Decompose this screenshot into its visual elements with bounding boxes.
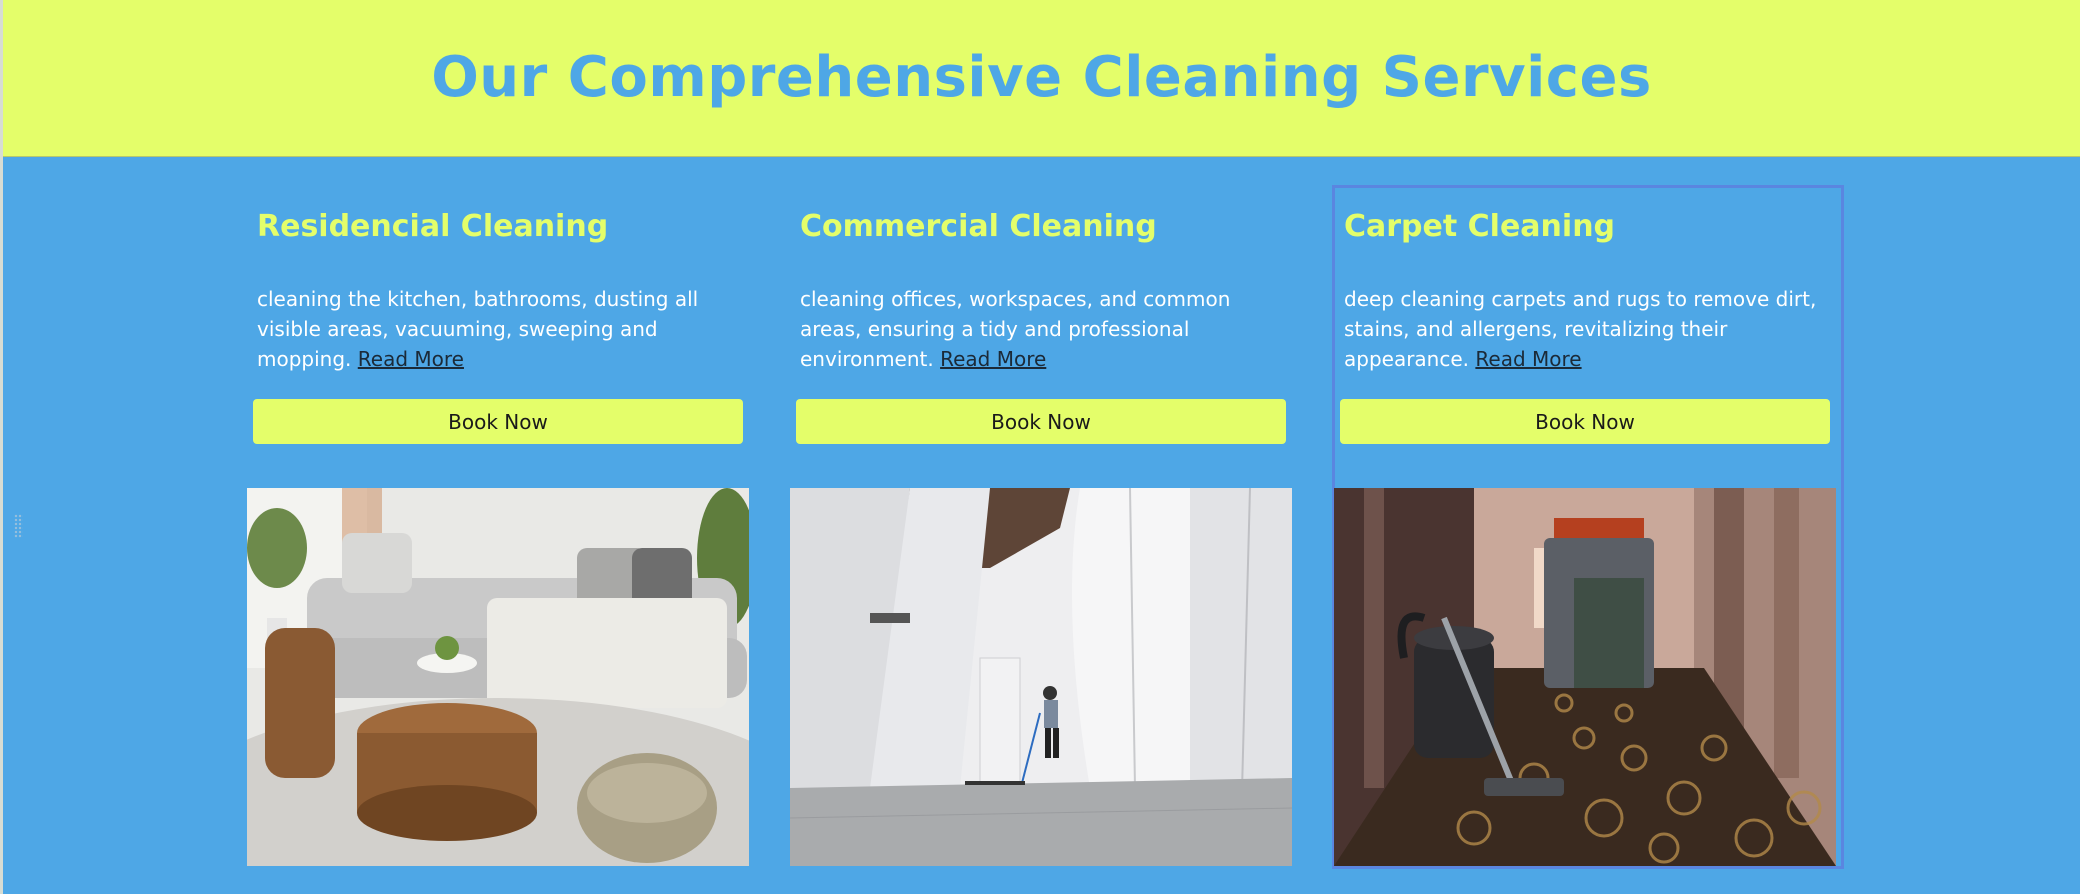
card-description: cleaning offices, workspaces, and common… xyxy=(800,284,1285,374)
book-now-button[interactable]: Book Now xyxy=(253,399,743,444)
description-text: cleaning the kitchen, bathrooms, dusting… xyxy=(257,287,699,371)
read-more-link[interactable]: Read More xyxy=(940,347,1046,371)
service-card-residential: Residencial Cleaning cleaning the kitche… xyxy=(247,187,755,867)
living-room-photo xyxy=(247,488,749,866)
card-title: Residencial Cleaning xyxy=(257,209,609,244)
office-hallway-cleaner-photo xyxy=(790,488,1292,866)
read-more-link[interactable]: Read More xyxy=(358,347,464,371)
card-description: deep cleaning carpets and rugs to remove… xyxy=(1344,284,1829,374)
read-more-link[interactable]: Read More xyxy=(1475,347,1581,371)
hotel-corridor-vacuum-photo xyxy=(1334,488,1836,866)
header-banner: Our Comprehensive Cleaning Services xyxy=(3,0,2080,157)
page-title: Our Comprehensive Cleaning Services xyxy=(431,45,1652,110)
drag-handle-icon[interactable] xyxy=(14,514,23,538)
card-description: cleaning the kitchen, bathrooms, dusting… xyxy=(257,284,742,374)
card-title: Carpet Cleaning xyxy=(1344,209,1616,244)
service-card-carpet: Carpet Cleaning deep cleaning carpets an… xyxy=(1332,185,1844,869)
page: Our Comprehensive Cleaning Services Resi… xyxy=(0,0,2080,894)
service-card-commercial: Commercial Cleaning cleaning offices, wo… xyxy=(790,187,1298,867)
card-title: Commercial Cleaning xyxy=(800,209,1157,244)
book-now-button[interactable]: Book Now xyxy=(1340,399,1830,444)
book-now-button[interactable]: Book Now xyxy=(796,399,1286,444)
